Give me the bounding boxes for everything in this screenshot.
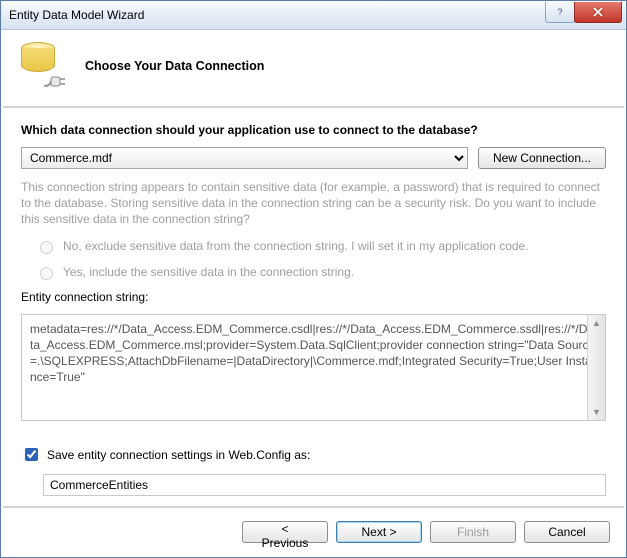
connection-string-text: metadata=res://*/Data_Access.EDM_Commerc… xyxy=(30,322,595,385)
previous-button[interactable]: < Previous xyxy=(242,521,328,543)
database-connection-icon xyxy=(17,40,69,92)
save-settings-checkbox[interactable] xyxy=(25,448,38,461)
next-button[interactable]: Next > xyxy=(336,521,422,543)
close-button[interactable] xyxy=(574,2,622,23)
finish-button: Finish xyxy=(430,521,516,543)
config-name-input[interactable] xyxy=(43,474,606,496)
connection-string-box: metadata=res://*/Data_Access.EDM_Commerc… xyxy=(21,314,606,422)
radio-include-sensitive: Yes, include the sensitive data in the c… xyxy=(35,264,606,280)
radio-include-label: Yes, include the sensitive data in the c… xyxy=(63,265,354,279)
connection-string-label: Entity connection string: xyxy=(21,290,606,304)
cancel-button[interactable]: Cancel xyxy=(524,521,610,543)
svg-text:?: ? xyxy=(557,7,562,17)
wizard-footer: < Previous Next > Finish Cancel xyxy=(1,509,626,557)
window-title: Entity Data Model Wizard xyxy=(1,8,546,22)
titlebar[interactable]: Entity Data Model Wizard ? xyxy=(1,1,626,30)
save-settings-row[interactable]: Save entity connection settings in Web.C… xyxy=(21,445,606,464)
wizard-window: Entity Data Model Wizard ? Choose Your D… xyxy=(0,0,627,558)
radio-exclude-input xyxy=(40,241,53,254)
scroll-up-icon[interactable]: ▲ xyxy=(592,315,601,331)
sensitive-data-explain: This connection string appears to contai… xyxy=(21,179,606,228)
radio-exclude-sensitive: No, exclude sensitive data from the conn… xyxy=(35,238,606,254)
connection-select[interactable]: Commerce.mdf xyxy=(21,147,468,169)
save-settings-label: Save entity connection settings in Web.C… xyxy=(47,448,310,462)
new-connection-button[interactable]: New Connection... xyxy=(478,147,606,169)
radio-include-input xyxy=(40,267,53,280)
scroll-down-icon[interactable]: ▼ xyxy=(592,404,601,420)
radio-exclude-label: No, exclude sensitive data from the conn… xyxy=(63,239,529,253)
page-heading: Choose Your Data Connection xyxy=(85,59,264,73)
question-label: Which data connection should your applic… xyxy=(21,123,606,137)
wizard-header: Choose Your Data Connection xyxy=(1,30,626,106)
scrollbar[interactable]: ▲ ▼ xyxy=(587,315,605,421)
help-button[interactable]: ? xyxy=(545,2,575,23)
